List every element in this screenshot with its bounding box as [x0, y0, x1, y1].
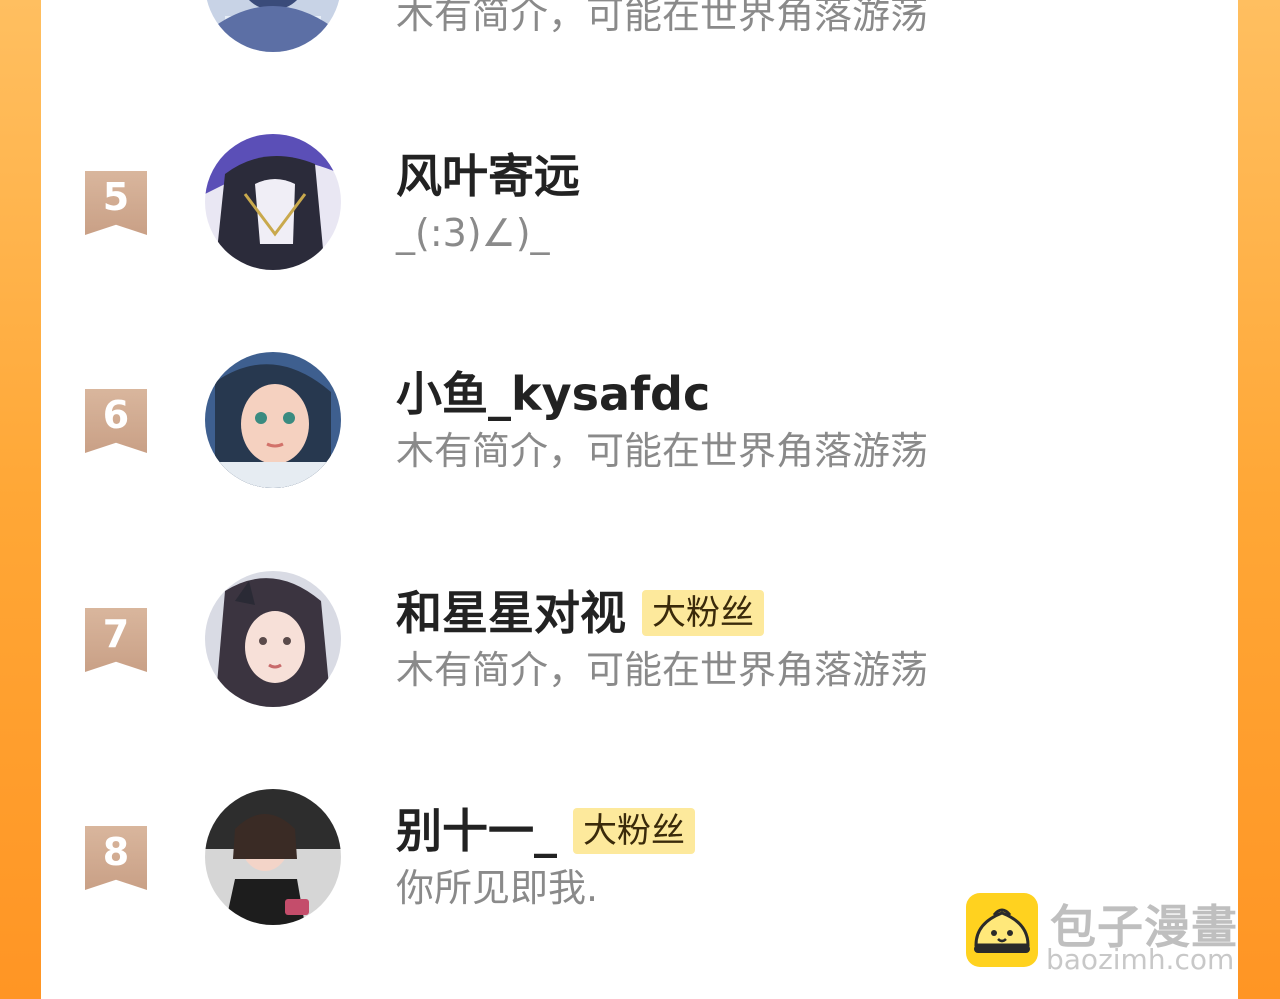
user-name-line: 风叶寄远 [396, 148, 580, 204]
user-name[interactable]: 小鱼_kysafdc [396, 366, 710, 422]
baozi-logo-icon [966, 893, 1038, 967]
user-avatar[interactable] [205, 352, 341, 488]
user-avatar[interactable] [205, 789, 341, 925]
user-bio: 木有简介，可能在世界角落游荡 [396, 429, 929, 473]
user-name[interactable]: 风叶寄远 [396, 148, 580, 204]
user-name[interactable]: 和星星对视 [396, 585, 626, 641]
list-item[interactable]: 木有简介，可能在世界角落游荡 [41, 0, 1238, 56]
user-avatar[interactable] [205, 134, 341, 270]
user-avatar-icon [205, 134, 341, 270]
user-avatar-icon [205, 571, 341, 707]
list-item[interactable]: 5 风叶寄远 _(:3)∠)_ [41, 134, 1238, 274]
user-name-line: 小鱼_kysafdc [396, 366, 710, 422]
user-avatar-icon [205, 352, 341, 488]
fan-badge: 大粉丝 [642, 590, 764, 636]
list-item[interactable]: 7 和星星对视 大粉丝 木有简介，可能在世界角落游荡 [41, 571, 1238, 711]
rank-ribbon: 8 [85, 826, 147, 890]
user-bio: 木有简介，可能在世界角落游荡 [396, 0, 929, 37]
user-name[interactable]: 别十一_ [396, 803, 557, 859]
rank-ribbon: 6 [85, 389, 147, 453]
user-avatar[interactable] [205, 571, 341, 707]
baozi-watermark: 包子漫畫 baozimh.com [966, 893, 1256, 977]
user-avatar-icon [205, 0, 341, 52]
user-name-line: 和星星对视 大粉丝 [396, 585, 764, 641]
user-avatar[interactable] [205, 0, 341, 52]
user-bio: _(:3)∠)_ [396, 211, 550, 255]
user-bio: 木有简介，可能在世界角落游荡 [396, 648, 929, 692]
fan-ranking-panel: 木有简介，可能在世界角落游荡 5 风叶寄远 _(:3)∠)_ 6 小鱼_kysa… [41, 0, 1238, 999]
rank-ribbon: 5 [85, 171, 147, 235]
rank-ribbon: 7 [85, 608, 147, 672]
user-name-line: 别十一_ 大粉丝 [396, 803, 695, 859]
fan-badge: 大粉丝 [573, 808, 695, 854]
user-bio: 你所见即我. [396, 866, 599, 910]
watermark-domain: baozimh.com [1046, 943, 1235, 976]
list-item[interactable]: 6 小鱼_kysafdc 木有简介，可能在世界角落游荡 [41, 352, 1238, 492]
user-avatar-icon [205, 789, 341, 925]
